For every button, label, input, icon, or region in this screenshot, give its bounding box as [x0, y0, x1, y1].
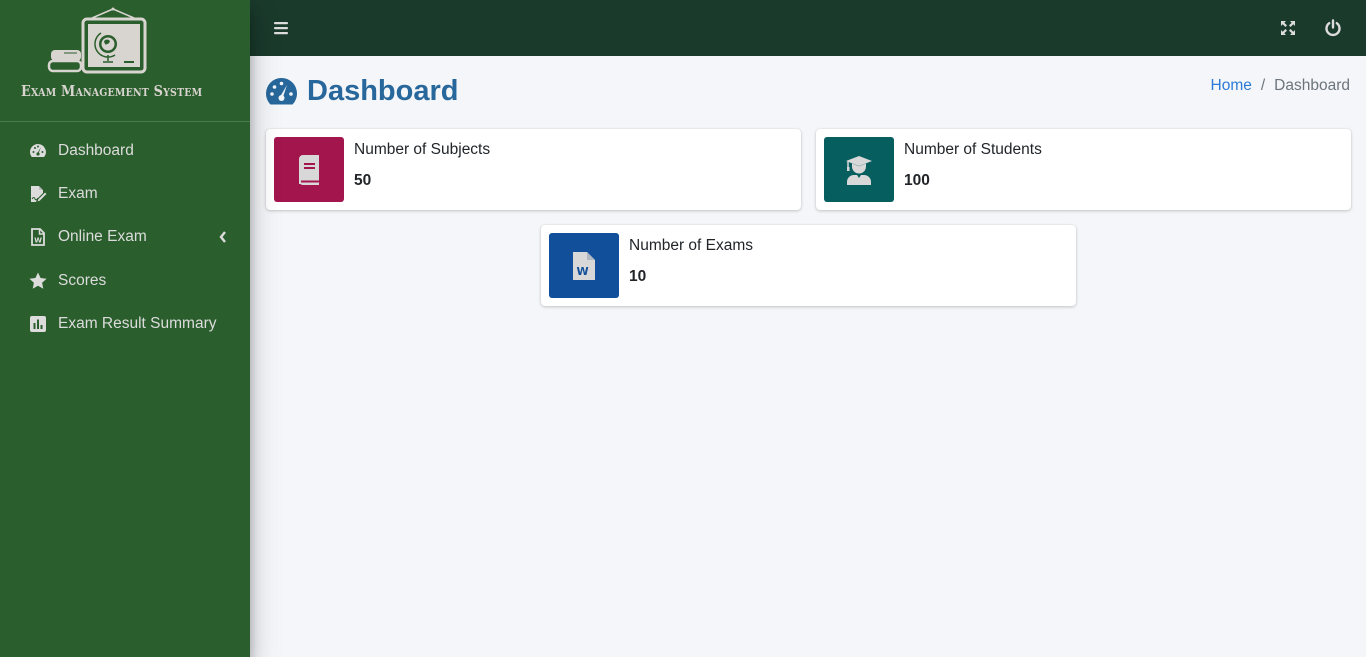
stat-icon-box [824, 137, 894, 202]
book-icon [299, 154, 319, 185]
sidebar-item-exam[interactable]: Exam [0, 172, 250, 215]
bar-chart-icon [28, 314, 48, 334]
tachometer-icon [28, 141, 48, 161]
sidebar-item-label: Exam [58, 184, 98, 202]
svg-text:W: W [577, 265, 589, 278]
breadcrumb-home-link[interactable]: Home [1211, 77, 1252, 95]
stat-value: 50 [354, 172, 372, 189]
stat-label: Number of Students [904, 141, 1042, 158]
file-word-icon: W [573, 251, 595, 280]
sidebar-item-dashboard[interactable]: Dashboard [0, 129, 250, 172]
breadcrumb: Home / Dashboard [1211, 77, 1351, 95]
stat-value: 100 [904, 172, 930, 189]
power-icon[interactable] [1324, 19, 1342, 37]
stat-card-exams: W Number of Exams 10 [541, 225, 1076, 306]
stat-icon-box: W [549, 233, 619, 298]
breadcrumb-current: Dashboard [1274, 77, 1350, 94]
sidebar: Exam Management System Dashboard Exam W … [0, 0, 250, 657]
graduate-icon [846, 155, 872, 185]
sidebar-item-online-exam[interactable]: W Online Exam [0, 216, 250, 259]
sidebar-item-label: Dashboard [58, 141, 134, 159]
stat-value: 10 [629, 268, 647, 285]
expand-icon[interactable] [1280, 20, 1296, 36]
brand[interactable]: Exam Management System [0, 0, 250, 122]
top-navbar [250, 0, 1366, 56]
stat-label: Number of Exams [629, 237, 754, 254]
sidebar-item-scores[interactable]: Scores [0, 259, 250, 302]
stat-card-students: Number of Students 100 [816, 129, 1351, 210]
sidebar-item-exam-result-summary[interactable]: Exam Result Summary [0, 302, 250, 345]
svg-text:W: W [34, 237, 42, 245]
chevron-left-icon[interactable] [218, 230, 228, 244]
page-title-text: Dashboard [307, 74, 459, 107]
tachometer-icon [266, 77, 297, 104]
file-word-icon: W [28, 227, 48, 247]
sidebar-item-label: Exam Result Summary [58, 314, 217, 332]
brand-name: Exam Management System [21, 82, 203, 100]
stat-icon-box [274, 137, 344, 202]
sidebar-nav: Dashboard Exam W Online Exam Scores Exam… [0, 122, 250, 345]
sidebar-item-label: Scores [58, 271, 107, 289]
stat-card-subjects: Number of Subjects 50 [266, 129, 801, 210]
hamburger-icon[interactable] [273, 20, 289, 36]
logo-icon [47, 7, 147, 74]
sidebar-item-label: Online Exam [58, 228, 147, 246]
stat-label: Number of Subjects [354, 141, 491, 158]
breadcrumb-separator: / [1260, 77, 1266, 94]
file-signature-icon [28, 184, 48, 204]
page-title: Dashboard [265, 74, 458, 108]
star-icon [28, 271, 48, 291]
